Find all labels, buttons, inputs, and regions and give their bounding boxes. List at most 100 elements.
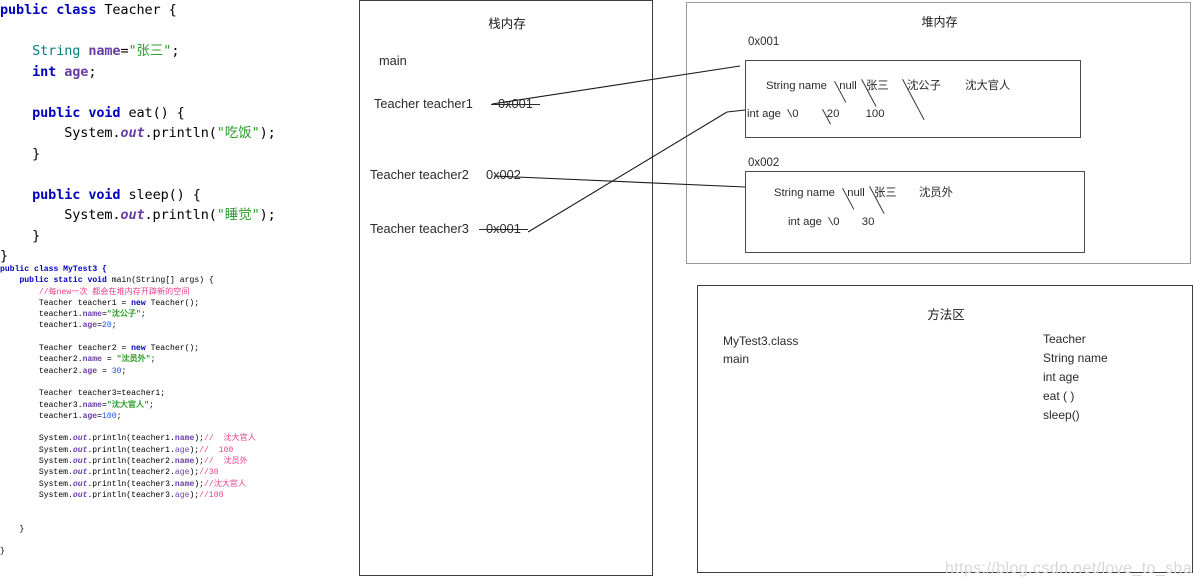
teacher-code-line-10-token-1: out (120, 207, 145, 223)
teacher-code-line-6-token-0: System. (0, 125, 121, 141)
field-value-age-0: 0 (792, 108, 799, 120)
mytest3-code-line-11-token-0: Teacher teacher3=teacher1; (0, 389, 166, 399)
mytest3-code-line-15-token-2: .println(teacher1. (87, 434, 175, 444)
field-value-age-30: 30 (861, 216, 875, 228)
mytest3-code-line-15-token-4: ); (194, 434, 205, 444)
mytest3-code-line-15-token-3: name (174, 434, 195, 444)
method-area-right-item-0: Teacher (1043, 332, 1086, 346)
mytest3-code-line-22 (0, 513, 340, 524)
mytest3-code-line-14 (0, 422, 340, 433)
teacher-code-line-12-token-0: } (0, 248, 9, 264)
mytest3-code-line-23: } (0, 524, 340, 535)
mytest3-code-line-19-token-5: //沈大官人 (204, 479, 247, 489)
teacher-code-line-5-token-4: eat() { (120, 104, 185, 121)
mytest3-code-line-8: teacher2.name = "沈员外"; (0, 354, 340, 365)
stack-var-address-teacher2: 0x002 (486, 167, 521, 182)
mytest3-code-line-1-token-0 (0, 276, 19, 285)
teacher-code-line-5-token-1: public (32, 104, 81, 121)
teacher-code-line-6-token-1: out (120, 125, 145, 141)
mytest3-code-line-3: Teacher teacher1 = new Teacher(); (0, 298, 340, 309)
mytest3-code-line-0-token-0: public (0, 265, 30, 274)
mytest3-code-line-7-token-0: Teacher teacher2 = (0, 344, 132, 354)
mytest3-code-line-5: teacher1.age=20; (0, 320, 340, 331)
mytest3-code-line-19-token-0: System. (0, 479, 73, 489)
mytest3-code-line-13-token-4: ; (116, 411, 122, 421)
method-area-right-item-3: eat ( ) (1043, 389, 1075, 403)
mytest3-code-line-20-token-2: .println(teacher3. (87, 490, 175, 500)
mytest3-code-line-19: System.out.println(teacher3.name);//沈大官人 (0, 479, 340, 490)
mytest3-code-line-8-token-2: = (102, 355, 117, 365)
teacher-code-line-5-token-0 (0, 105, 32, 121)
heap-object-0x001-name-field: String name null 张三 沈公子 沈大官人 (766, 77, 1010, 93)
code-column: public class Teacher { String name="张三";… (0, 0, 340, 588)
mytest3-code-line-1-token-6: main(String[] args) { (106, 276, 214, 286)
mytest3-code-line-9: teacher2.age = 30; (0, 366, 340, 377)
method-area-left-item-1: main (723, 352, 750, 366)
teacher-code-line-10-token-0: System. (0, 207, 121, 223)
teacher-code-line-7-token-0: } (0, 145, 41, 162)
field-value-shenyuanwai: 沈员外 (918, 187, 953, 199)
mytest3-code-line-1-token-3: static (53, 276, 83, 286)
mytest3-code-line-5-token-4: ; (111, 321, 117, 331)
mytest3-code-line-5-token-0: teacher1. (0, 321, 83, 331)
method-area-title: 方法区 (927, 308, 965, 322)
stack-var-name-teacher3: Teacher teacher3 (370, 221, 469, 236)
heap-memory-title: 堆内存 (921, 15, 958, 29)
teacher-code-line-9-token-3: void (88, 186, 121, 203)
mytest3-code-line-1: public static void main(String[] args) { (0, 275, 340, 286)
mytest3-code-line-24 (0, 535, 340, 546)
teacher-code-line-0-token-0: public (0, 2, 49, 18)
teacher-code-line-0-token-2: class (56, 2, 97, 18)
mytest3-code-line-17-token-2: .println(teacher2. (87, 457, 175, 467)
teacher-code-line-9-token-0 (0, 187, 32, 203)
mytest3-code-line-5-token-1: age (82, 321, 98, 331)
mytest3-code-line-23-token-0: } (0, 524, 25, 534)
mytest3-code-line-2-token-0 (0, 288, 39, 297)
teacher-code-line-6-token-4: ); (259, 125, 276, 141)
field-value-null: null (839, 80, 857, 92)
heap-object-0x002-name-field: String name null 张三 沈员外 (774, 184, 953, 200)
stack-memory-title: 栈内存 (488, 17, 526, 31)
stack-row-teacher1: Teacher teacher1 0x001 (374, 96, 540, 111)
teacher-code-line-3-token-4: ; (88, 63, 97, 80)
mytest3-code-line-16-token-5: // 100 (199, 445, 234, 455)
mytest3-code-line-17-token-1: out (72, 457, 88, 467)
mytest3-code-line-19-token-2: .println(teacher3. (87, 479, 175, 489)
teacher-code-line-5: public void eat() { (0, 103, 340, 124)
mytest3-code-line-19-token-4: ); (194, 479, 205, 489)
method-area-panel: 方法区 MyTest3.class main Teacher String na… (697, 285, 1193, 573)
teacher-code-line-2-token-3: name (88, 43, 121, 59)
stack-frame-main-label: main (379, 53, 407, 68)
field-label-string-name-2: String name (774, 187, 835, 199)
mytest3-code-line-18-token-0: System. (0, 468, 73, 478)
teacher-code-line-4 (0, 82, 340, 103)
mytest3-code-line-25: } (0, 546, 340, 557)
mytest3-code-line-25-token-0: } (0, 547, 5, 557)
mytest3-code-line-20-token-4: ); (189, 490, 200, 500)
teacher-code-line-11: } (0, 226, 340, 247)
mytest3-code-line-2-token-1: //每new一次 都会在堆内存开辟新的空间 (38, 287, 190, 297)
mytest3-code-line-8-token-1: name (82, 355, 103, 365)
mytest3-code-line-15: System.out.println(teacher1.name);// 沈大官… (0, 433, 340, 444)
mytest3-code-line-5-token-3: 20 (102, 321, 112, 331)
mytest3-code-line-6 (0, 332, 340, 343)
teacher-code-line-2-token-6: ; (171, 43, 180, 59)
mytest3-code-line-3-token-0: Teacher teacher1 = (0, 298, 132, 308)
mytest3-code-line-0-token-2: class (34, 265, 59, 274)
mytest3-code-line-4-token-4: ; (140, 310, 146, 320)
teacher-code-line-0: public class Teacher { (0, 0, 340, 21)
field-value-shengongzi: 沈公子 (907, 77, 941, 93)
mytest3-code-line-12-token-0: teacher3. (0, 400, 83, 410)
mytest3-code-line-15-token-0: System. (0, 434, 73, 444)
mytest3-code-line-16-token-3: age (174, 445, 190, 455)
teacher-code-line-6-token-3: "吃饭" (216, 125, 260, 141)
heap-object-0x002-age-field: int age 0 30 (788, 216, 874, 228)
mytest3-code-line-2: //每new一次 都会在堆内存开辟新的空间 (0, 287, 340, 298)
mytest3-code-line-20-token-5: //100 (199, 490, 224, 500)
teacher-code-line-2-token-1: String (32, 43, 81, 59)
mytest3-code-line-9-token-0: teacher2. (0, 366, 83, 376)
mytest3-code-line-1-token-1: public (19, 276, 49, 286)
teacher-code-line-3: int age; (0, 62, 340, 83)
teacher-code-line-7: } (0, 144, 340, 165)
field-label-int-age-2: int age (788, 216, 822, 228)
